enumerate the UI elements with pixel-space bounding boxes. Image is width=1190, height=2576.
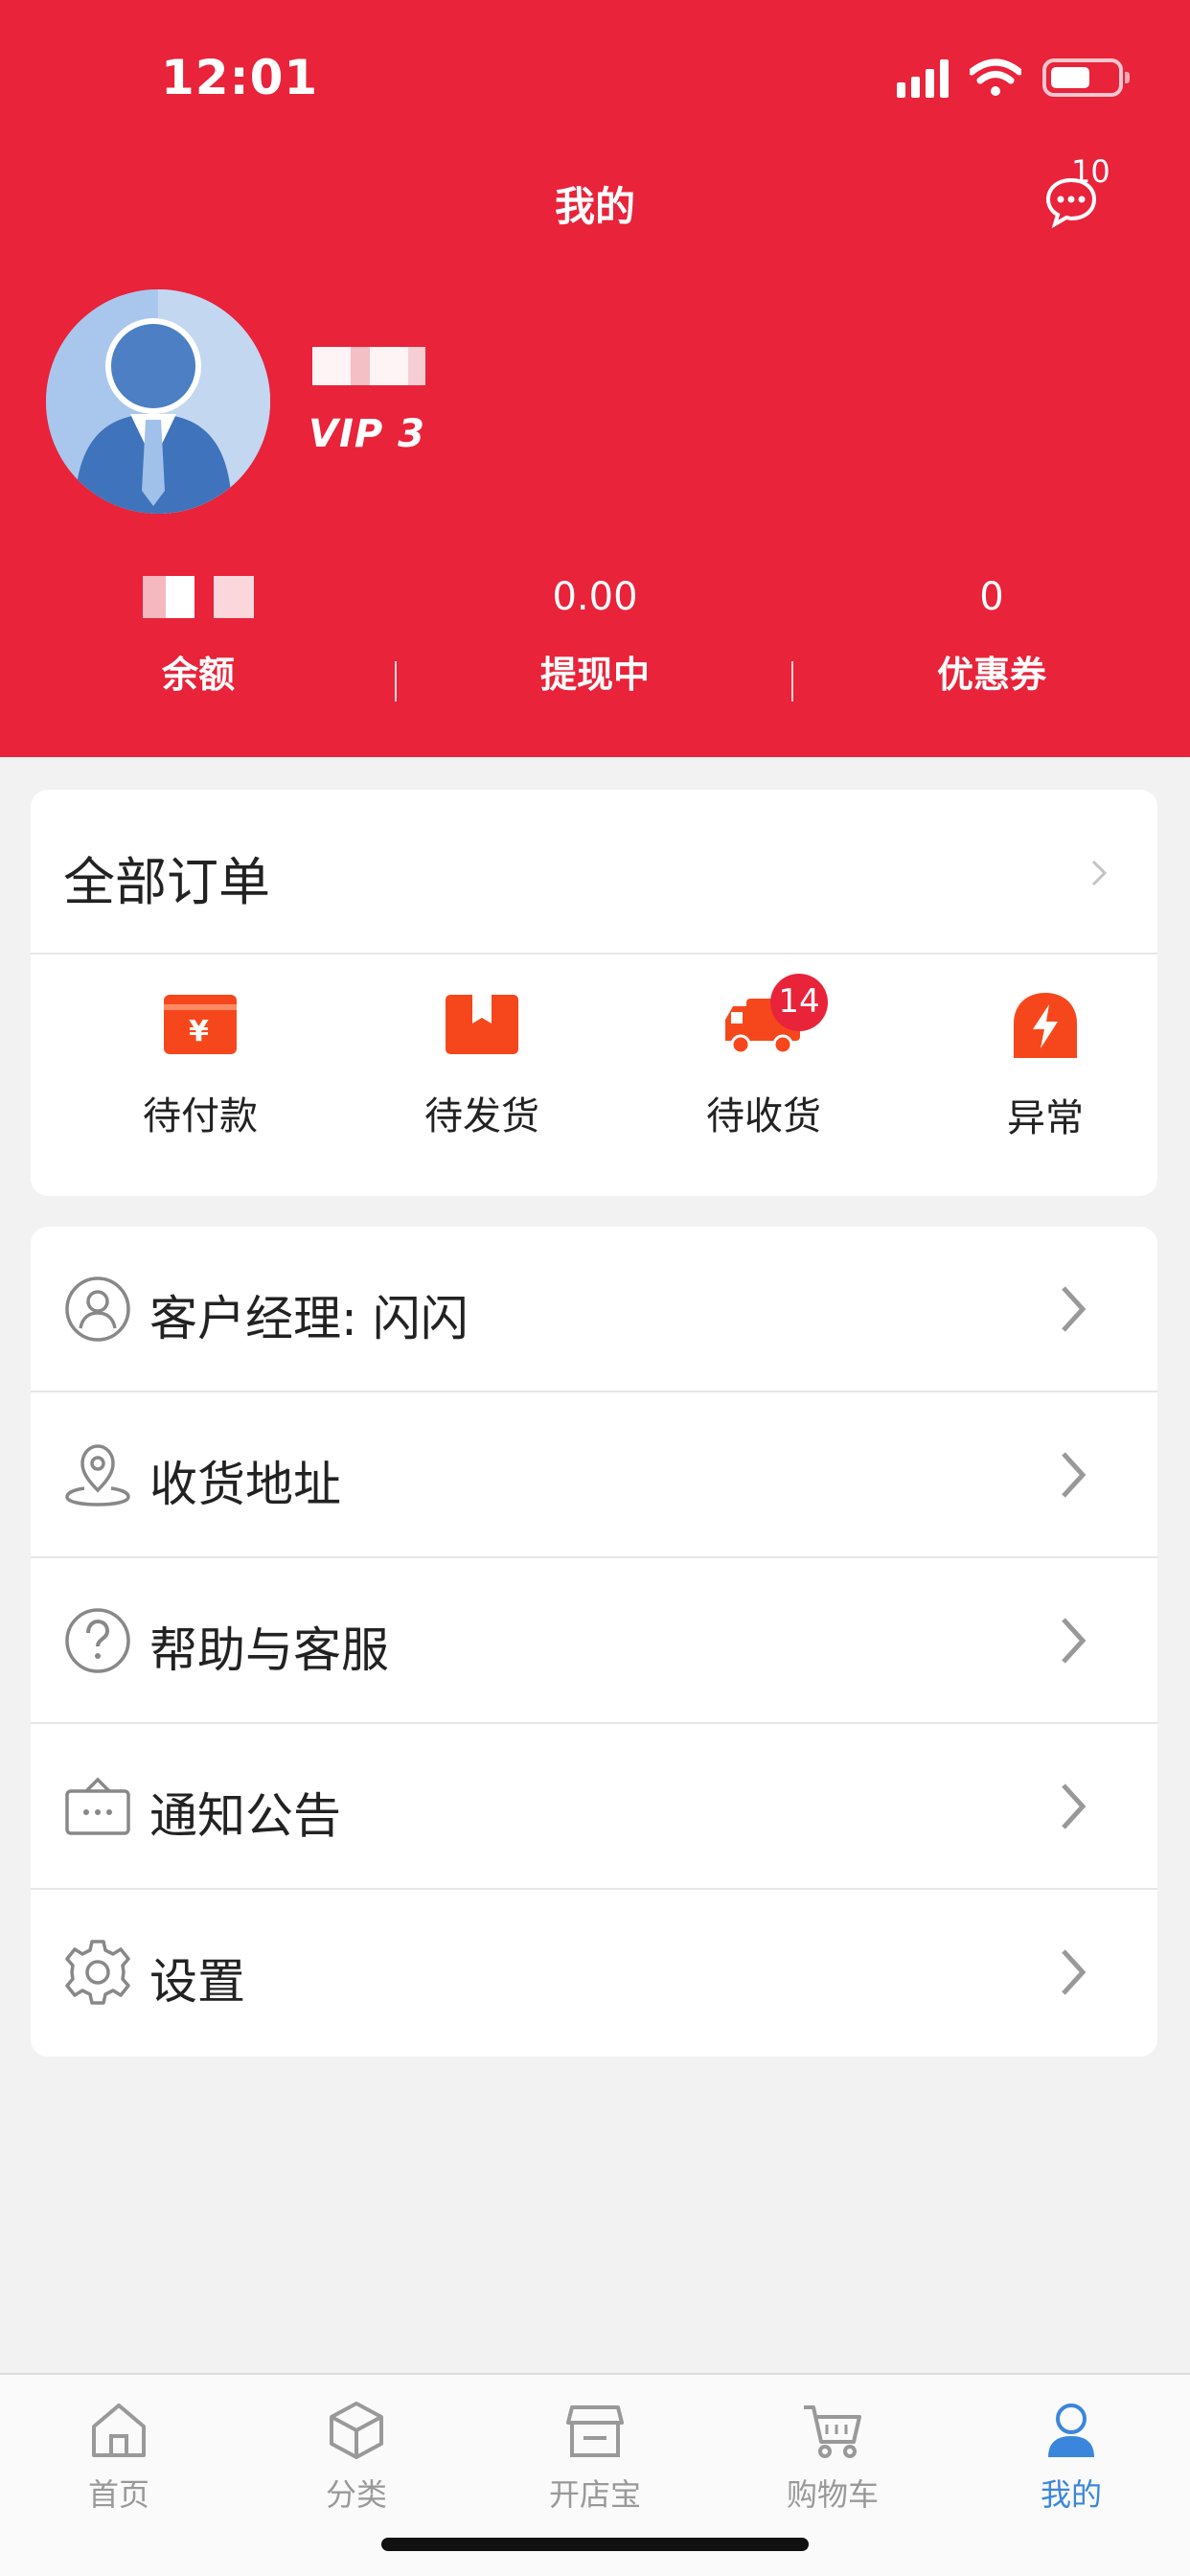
cube-icon bbox=[330, 2402, 383, 2459]
order-exception[interactable]: 异常 bbox=[904, 991, 1186, 1142]
signal-icon bbox=[897, 58, 949, 98]
chevron-right-icon bbox=[1062, 1618, 1087, 1664]
withdrawing-label: 提现中 bbox=[539, 654, 650, 696]
menu-item-settings[interactable]: 设置 bbox=[31, 1890, 1157, 2056]
menu-card: 客户经理: 闪闪 收货地址 帮助与客服 通知公告 设置 bbox=[31, 1227, 1157, 2057]
tab-shop-label: 开店宝 bbox=[548, 2476, 641, 2513]
status-time: 12:01 bbox=[161, 50, 319, 105]
tab-home-label: 首页 bbox=[87, 2476, 149, 2513]
home-indicator bbox=[381, 2538, 809, 2551]
menu-item-address-label: 收货地址 bbox=[149, 1457, 341, 1512]
question-circle-icon bbox=[65, 1608, 130, 1673]
menu-item-notices[interactable]: 通知公告 bbox=[31, 1724, 1157, 1890]
shop-icon bbox=[566, 2405, 624, 2457]
orders-card: 全部订单 ¥ 待付款 待发货 待收货 14 异常 bbox=[31, 790, 1157, 1196]
balance-label: 余额 bbox=[161, 654, 235, 696]
chevron-right-icon bbox=[1062, 1783, 1087, 1829]
box-icon bbox=[446, 995, 518, 1054]
chevron-right-icon bbox=[1062, 1452, 1087, 1498]
message-count-badge: 10 bbox=[1071, 153, 1110, 190]
order-pending-shipment[interactable]: 待发货 bbox=[341, 991, 623, 1140]
avatar[interactable] bbox=[46, 289, 270, 514]
tab-category-label: 分类 bbox=[325, 2476, 387, 2513]
tab-profile-label: 我的 bbox=[1040, 2476, 1102, 2513]
user-icon bbox=[1048, 2404, 1094, 2457]
all-orders-row[interactable]: 全部订单 bbox=[31, 790, 1157, 954]
withdrawing-value: 0.00 bbox=[552, 575, 638, 619]
order-pending-payment[interactable]: ¥ 待付款 bbox=[59, 991, 341, 1140]
coupons-value: 0 bbox=[979, 575, 1004, 619]
notice-board-icon bbox=[65, 1777, 130, 1835]
order-pending-shipment-label: 待发货 bbox=[424, 1094, 539, 1138]
wallet-yuan-icon: ¥ bbox=[164, 995, 237, 1054]
pending-receipt-count-badge: 14 bbox=[770, 974, 828, 1031]
stat-withdrawing[interactable]: 0.00 提现中 bbox=[397, 570, 793, 698]
gear-icon bbox=[65, 1940, 130, 2005]
menu-item-account-manager[interactable]: 客户经理: 闪闪 bbox=[31, 1227, 1157, 1392]
stat-balance[interactable]: 余额 bbox=[0, 570, 397, 698]
location-pin-icon bbox=[65, 1444, 130, 1506]
tab-cart-label: 购物车 bbox=[786, 2476, 879, 2513]
chevron-right-icon bbox=[1091, 860, 1108, 886]
order-exception-label: 异常 bbox=[1007, 1096, 1084, 1140]
chevron-right-icon bbox=[1062, 1286, 1087, 1332]
person-circle-icon bbox=[65, 1276, 130, 1342]
tab-profile[interactable]: 我的 bbox=[952, 2400, 1190, 2515]
svg-text:¥: ¥ bbox=[189, 1015, 209, 1048]
tab-shop[interactable]: 开店宝 bbox=[476, 2400, 714, 2515]
menu-item-account-manager-label: 客户经理: 闪闪 bbox=[149, 1291, 469, 1346]
order-pending-payment-label: 待付款 bbox=[143, 1094, 258, 1138]
menu-item-help-label: 帮助与客服 bbox=[149, 1622, 389, 1678]
page-title: 我的 bbox=[554, 183, 635, 230]
profile-header: 12:01 我的 10 VIP 3 余额 0.00 提现中 0 优惠券 bbox=[0, 0, 1190, 757]
tab-cart[interactable]: 购物车 bbox=[714, 2400, 951, 2515]
all-orders-title: 全部订单 bbox=[63, 852, 270, 912]
stat-coupons[interactable]: 0 优惠券 bbox=[793, 570, 1190, 698]
coupons-label: 优惠券 bbox=[936, 654, 1046, 696]
cart-icon bbox=[804, 2405, 861, 2458]
menu-item-help[interactable]: 帮助与客服 bbox=[31, 1558, 1157, 1724]
balance-value bbox=[0, 570, 397, 624]
chevron-right-icon bbox=[1062, 1949, 1087, 1995]
order-pending-receipt[interactable]: 待收货 bbox=[623, 991, 904, 1140]
battery-icon bbox=[1042, 58, 1130, 97]
order-pending-receipt-label: 待收货 bbox=[706, 1094, 821, 1138]
menu-item-address[interactable]: 收货地址 bbox=[31, 1392, 1157, 1558]
wifi-icon bbox=[970, 58, 1021, 96]
vip-level: VIP 3 bbox=[309, 412, 425, 456]
home-icon bbox=[92, 2404, 146, 2457]
tab-home[interactable]: 首页 bbox=[0, 2400, 238, 2515]
menu-item-settings-label: 设置 bbox=[149, 1954, 245, 2010]
tab-category[interactable]: 分类 bbox=[238, 2400, 475, 2515]
lightning-icon bbox=[1014, 993, 1077, 1058]
username-masked bbox=[312, 347, 425, 385]
menu-item-notices-label: 通知公告 bbox=[149, 1788, 341, 1844]
status-icons bbox=[897, 58, 1130, 98]
